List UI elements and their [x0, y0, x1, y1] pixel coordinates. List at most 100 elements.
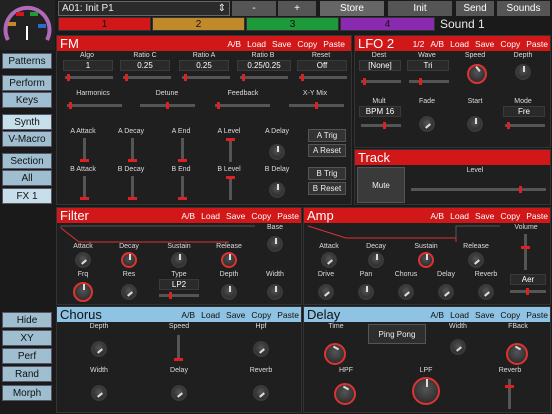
detune-slider[interactable] [140, 102, 195, 109]
amp-delay-knob[interactable] [438, 284, 454, 300]
sidebar-section[interactable]: Section [2, 153, 52, 169]
amp-load-button[interactable]: Load [450, 211, 469, 221]
start-knob[interactable] [467, 116, 483, 132]
a-delay-knob[interactable] [269, 144, 285, 160]
wave-value[interactable]: Tri [407, 60, 449, 71]
wave-slider[interactable] [409, 78, 449, 85]
a-attack-slider[interactable] [80, 138, 89, 162]
amp-attack-knob[interactable] [321, 252, 337, 268]
chorus-load-button[interactable]: Load [201, 310, 220, 320]
prev-preset-button[interactable]: - [232, 1, 276, 16]
ratio-b-slider[interactable] [240, 74, 288, 81]
sidebar-keys[interactable]: Keys [2, 92, 52, 108]
amp-ab-button[interactable]: A/B [430, 211, 444, 221]
algo-value[interactable]: 1 [63, 60, 113, 71]
reset-slider[interactable] [299, 74, 347, 81]
b-delay-knob[interactable] [269, 182, 285, 198]
filter-depth-knob[interactable] [221, 284, 237, 300]
amp-decay-knob[interactable] [368, 252, 384, 268]
b-attack-slider[interactable] [80, 176, 89, 200]
ratio-c-slider[interactable] [123, 74, 171, 81]
init-button[interactable]: Init [388, 1, 452, 16]
chorus-reverb-knob[interactable] [253, 385, 269, 401]
fm-copy-button[interactable]: Copy [297, 39, 317, 49]
sidebar-perform[interactable]: Perform [2, 75, 52, 91]
filter-sustain-knob[interactable] [171, 252, 187, 268]
lfo2-paste-button[interactable]: Paste [526, 39, 548, 49]
pan-knob[interactable] [358, 284, 374, 300]
chorus-ab-button[interactable]: A/B [181, 310, 195, 320]
algo-slider[interactable] [65, 74, 113, 81]
filter-paste-button[interactable]: Paste [277, 211, 299, 221]
chorus-depth-knob[interactable] [91, 341, 107, 357]
fm-load-button[interactable]: Load [247, 39, 266, 49]
chorus-hpf-knob[interactable] [253, 341, 269, 357]
fm-paste-button[interactable]: Paste [323, 39, 345, 49]
filter-type-slider[interactable] [159, 292, 199, 299]
b-trig-button[interactable]: B Trig [308, 167, 346, 180]
lfo2-page-button[interactable]: 1/2 [413, 39, 425, 49]
filter-copy-button[interactable]: Copy [251, 211, 271, 221]
delay-width-knob[interactable] [450, 339, 466, 355]
ratio-a-value[interactable]: 0.25 [179, 60, 229, 71]
b-reset-button[interactable]: B Reset [308, 182, 346, 195]
xy-mix-slider[interactable] [289, 102, 344, 109]
fm-ab-button[interactable]: A/B [227, 39, 241, 49]
fade-knob[interactable] [419, 116, 435, 132]
reset-value[interactable]: Off [297, 60, 347, 71]
aer-value[interactable]: Aer [510, 274, 546, 285]
res-knob[interactable] [121, 284, 137, 300]
mode-value[interactable]: Fre [503, 106, 545, 117]
delay-ab-button[interactable]: A/B [430, 310, 444, 320]
a-level-slider[interactable] [226, 138, 235, 162]
filter-type-value[interactable]: LP2 [159, 279, 199, 290]
chorus-speed-slider[interactable] [174, 335, 183, 361]
lfo2-load-button[interactable]: Load [450, 39, 469, 49]
ping-pong-button[interactable]: Ping Pong [368, 324, 426, 344]
filter-width-knob[interactable] [267, 284, 283, 300]
sidebar-fx1[interactable]: FX 1 [2, 188, 52, 204]
chorus-save-button[interactable]: Save [226, 310, 245, 320]
amp-reverb-knob[interactable] [478, 284, 494, 300]
sound-slot-2[interactable]: 2 [152, 17, 245, 31]
store-button[interactable]: Store [320, 1, 384, 16]
lfo2-copy-button[interactable]: Copy [500, 39, 520, 49]
fback-knob[interactable] [506, 343, 528, 365]
delay-reverb-slider[interactable] [505, 379, 514, 409]
sidebar-morph[interactable]: Morph [2, 385, 52, 401]
harmonics-slider[interactable] [67, 102, 122, 109]
lfo2-save-button[interactable]: Save [475, 39, 494, 49]
delay-save-button[interactable]: Save [475, 310, 494, 320]
sound-slot-4[interactable]: 4 [340, 17, 435, 31]
b-end-slider[interactable] [178, 176, 187, 200]
ratio-a-slider[interactable] [182, 74, 230, 81]
b-level-slider[interactable] [226, 176, 235, 200]
b-decay-slider[interactable] [128, 176, 137, 200]
lfo2-ab-button[interactable]: A/B [430, 39, 444, 49]
volume-slider[interactable] [521, 234, 530, 270]
chorus-paste-button[interactable]: Paste [277, 310, 299, 320]
dest-slider[interactable] [361, 78, 401, 85]
sidebar-hide[interactable]: Hide [2, 312, 52, 328]
sound-slot-3[interactable]: 3 [246, 17, 339, 31]
sidebar-xy[interactable]: XY [2, 330, 52, 346]
mode-slider[interactable] [505, 122, 545, 129]
ratio-b-value[interactable]: 0.25/0.25 [237, 60, 291, 71]
filter-attack-knob[interactable] [75, 252, 91, 268]
a-trig-button[interactable]: A Trig [308, 129, 346, 142]
amp-release-knob[interactable] [468, 252, 484, 268]
drive-knob[interactable] [318, 284, 334, 300]
amp-chorus-knob[interactable] [398, 284, 414, 300]
delay-copy-button[interactable]: Copy [500, 310, 520, 320]
delay-load-button[interactable]: Load [450, 310, 469, 320]
fm-save-button[interactable]: Save [272, 39, 291, 49]
filter-decay-knob[interactable] [121, 252, 137, 268]
ratio-c-value[interactable]: 0.25 [120, 60, 170, 71]
mult-value[interactable]: BPM 16 [359, 106, 401, 117]
send-button[interactable]: Send [456, 1, 494, 16]
filter-save-button[interactable]: Save [226, 211, 245, 221]
a-reset-button[interactable]: A Reset [308, 144, 346, 157]
sidebar-synth[interactable]: Synth [2, 114, 52, 130]
sidebar-vmacro[interactable]: V-Macro [2, 131, 52, 147]
mute-button[interactable]: Mute [357, 167, 405, 203]
